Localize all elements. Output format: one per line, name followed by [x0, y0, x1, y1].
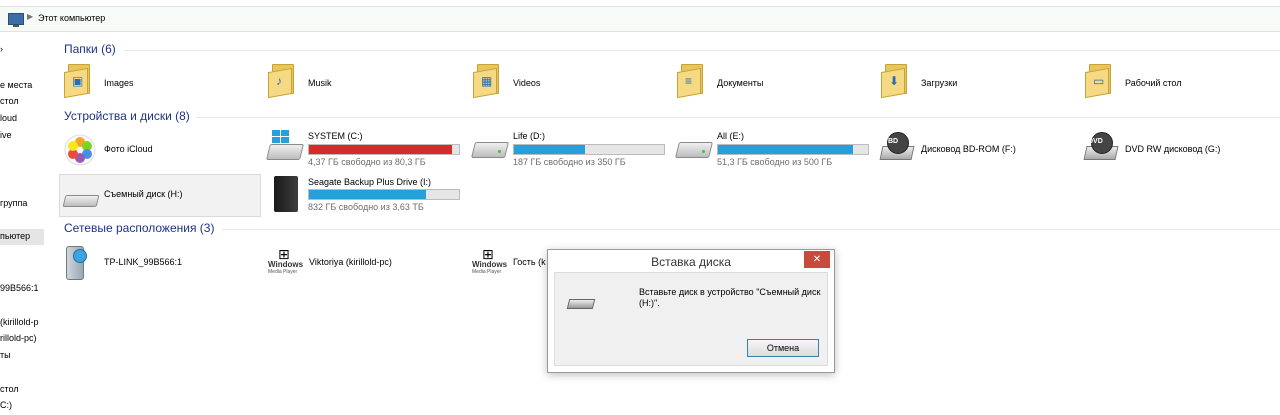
address-bar[interactable]: ▶ Этот компьютер — [0, 6, 1280, 32]
breadcrumb[interactable]: Этот компьютер — [38, 13, 105, 23]
drive-dvd-g[interactable]: DVD DVD RW дисковод (G:) — [1081, 130, 1280, 168]
folder-label: Videos — [513, 78, 541, 88]
drive-label: Съемный диск (H:) — [104, 189, 183, 199]
folder-desktop[interactable]: ▭ Рабочий стол — [1081, 64, 1261, 100]
windows-media-player-icon: ⊞ Windows Media Player — [268, 246, 304, 275]
music-folder-icon: ♪ — [268, 64, 294, 99]
drive-seagate-i[interactable]: Seagate Backup Plus Drive (I:) 832 ГБ св… — [264, 174, 464, 214]
folder-images[interactable]: ▣ Images — [60, 64, 240, 100]
section-divider — [196, 117, 1280, 118]
section-divider — [222, 229, 1280, 230]
drive-usage-bar — [308, 144, 460, 155]
bd-rom-drive-icon: BD — [879, 132, 915, 162]
windows-media-player-icon: ⊞ Windows Media Player — [472, 246, 508, 275]
folder-label: Images — [104, 78, 134, 88]
icloud-photos[interactable]: Фото iCloud — [60, 130, 240, 168]
nav-item[interactable]: loud — [0, 113, 17, 123]
drive-bdrom-f[interactable]: BD Дисковод BD-ROM (F:) — [877, 130, 1077, 168]
nav-item[interactable]: C:) — [0, 400, 12, 410]
network-label: Гость (k — [513, 257, 546, 267]
folder-musik[interactable]: ♪ Musik — [264, 64, 444, 100]
drive-label: DVD RW дисковод (G:) — [1125, 144, 1221, 154]
icloud-photos-icon — [64, 134, 96, 166]
folder-label: Загрузки — [921, 78, 958, 88]
drive-e[interactable]: All (E:) 51,3 ГБ свободно из 500 ГБ — [673, 130, 873, 168]
removable-disk-icon — [566, 297, 596, 309]
network-label: TP-LINK_99B566:1 — [104, 257, 183, 267]
network-guest[interactable]: ⊞ Windows Media Player Гость (k — [472, 244, 552, 282]
nav-item[interactable]: ive — [0, 130, 12, 140]
drive-c[interactable]: SYSTEM (C:) 4,37 ГБ свободно из 80,3 ГБ — [264, 130, 464, 168]
folder-videos[interactable]: ▦ Videos — [469, 64, 649, 100]
drive-label: Дисковод BD-ROM (F:) — [921, 144, 1016, 154]
drive-free-space: 51,3 ГБ свободно из 500 ГБ — [717, 157, 833, 167]
insert-disk-dialog[interactable]: Вставка диска ✕ Вставьте диск в устройст… — [547, 249, 835, 373]
section-header-devices[interactable]: Устройства и диски (8) — [64, 109, 190, 123]
section-divider — [124, 50, 1280, 51]
drive-usage-bar — [308, 189, 460, 200]
computer-icon — [8, 13, 24, 27]
dialog-title: Вставка диска — [651, 255, 731, 269]
drive-removable-h[interactable]: Съемный диск (H:) — [59, 174, 261, 217]
drive-free-space: 187 ГБ свободно из 350 ГБ — [513, 157, 626, 167]
network-viktoriya[interactable]: ⊞ Windows Media Player Viktoriya (kirillol… — [268, 244, 458, 282]
drive-usage-bar — [513, 144, 665, 155]
close-button[interactable]: ✕ — [804, 251, 830, 268]
nav-item[interactable]: rillold-pc) — [0, 333, 37, 343]
videos-folder-icon: ▦ — [473, 64, 499, 99]
drive-free-space: 832 ГБ свободно из 3,63 ТБ — [308, 202, 424, 212]
downloads-folder-icon: ⬇ — [881, 64, 907, 99]
folder-label: Документы — [717, 78, 764, 88]
drive-free-space: 4,37 ГБ свободно из 80,3 ГБ — [308, 157, 426, 167]
nav-item[interactable]: ты — [0, 350, 11, 360]
folder-downloads[interactable]: ⬇ Загрузки — [877, 64, 1057, 100]
folder-label: Musik — [308, 78, 332, 88]
nav-item[interactable]: стол — [0, 384, 19, 394]
section-header-network[interactable]: Сетевые расположения (3) — [64, 221, 214, 235]
nav-item[interactable]: (kirillold-p — [0, 317, 39, 327]
drive-usage-bar — [717, 144, 869, 155]
hard-drive-icon — [469, 134, 509, 158]
nav-item[interactable]: е места — [0, 80, 32, 90]
dialog-message: Вставьте диск в устройство "Съемный диск… — [639, 287, 821, 308]
section-header-folders[interactable]: Папки (6) — [64, 42, 116, 56]
windows-logo-icon — [272, 130, 289, 143]
cancel-button[interactable]: Отмена — [747, 339, 819, 357]
chevron-right-icon[interactable]: ▶ — [27, 12, 33, 21]
folder-documents[interactable]: ≡ Документы — [673, 64, 853, 100]
external-drive-icon — [274, 176, 298, 212]
removable-disk-icon — [60, 185, 100, 207]
drive-label: SYSTEM (C:) — [308, 131, 363, 141]
nav-expander-icon[interactable]: › — [0, 44, 3, 54]
dvd-drive-icon: DVD — [1083, 132, 1119, 162]
documents-folder-icon: ≡ — [677, 64, 703, 99]
drive-label: Seagate Backup Plus Drive (I:) — [308, 177, 432, 187]
nav-item[interactable]: стол — [0, 96, 19, 106]
folder-label: Рабочий стол — [1125, 78, 1182, 88]
drive-label: Life (D:) — [513, 131, 546, 141]
drive-d[interactable]: Life (D:) 187 ГБ свободно из 350 ГБ — [469, 130, 669, 168]
dialog-content: Вставьте диск в устройство "Съемный диск… — [554, 272, 828, 366]
network-tplink[interactable]: TP-LINK_99B566:1 — [60, 244, 250, 282]
network-label: Viktoriya (kirillold-pc) — [309, 257, 392, 267]
hard-drive-icon — [673, 134, 713, 158]
nav-item-selected[interactable]: пьютер — [0, 229, 44, 245]
windows-drive-icon — [264, 130, 304, 160]
pictures-folder-icon: ▣ — [64, 64, 90, 99]
device-label: Фото iCloud — [104, 144, 153, 154]
drive-label: All (E:) — [717, 131, 744, 141]
network-device-icon — [66, 246, 87, 280]
desktop-folder-icon: ▭ — [1085, 64, 1111, 99]
nav-item[interactable]: группа — [0, 198, 27, 208]
nav-item[interactable]: 99B566:1 — [0, 283, 39, 293]
